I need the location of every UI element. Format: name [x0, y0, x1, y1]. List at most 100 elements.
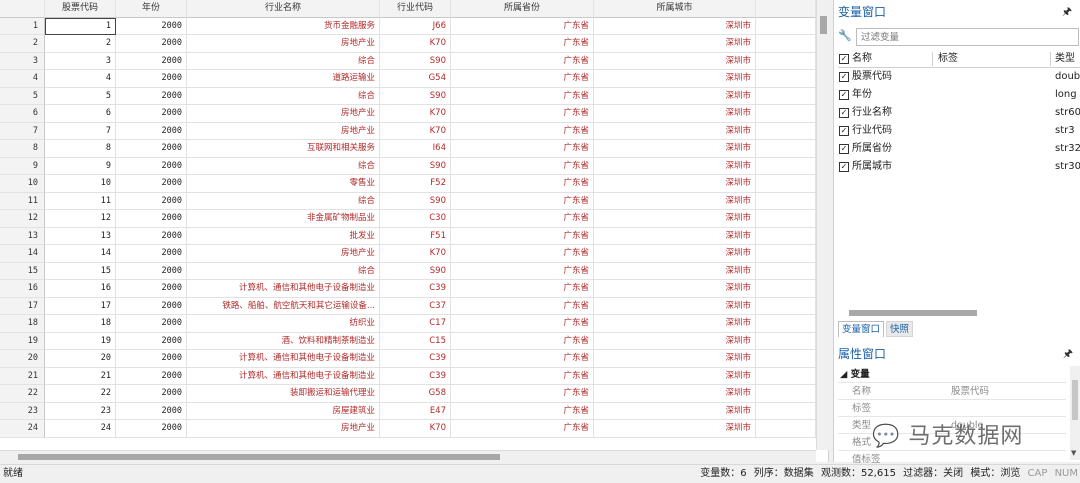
- table-row[interactable]: 21 21 2000 计算机、通信和其他电子设备制造业 C39 广东省 深圳市: [0, 367, 816, 385]
- table-row[interactable]: 12 12 2000 非金属矿物制品业 C30 广东省 深圳市: [0, 210, 816, 228]
- grid-cell-city[interactable]: 深圳市: [594, 262, 756, 280]
- grid-cell-city[interactable]: 深圳市: [594, 17, 756, 35]
- grid-cell-icode[interactable]: C39: [380, 350, 451, 368]
- column-header[interactable]: 年份: [116, 0, 187, 18]
- grid-cell-city[interactable]: 深圳市: [594, 332, 756, 350]
- grid-cell-industry[interactable]: 计算机、通信和其他电子设备制造业: [187, 280, 380, 298]
- table-row[interactable]: 19 19 2000 酒、饮料和精制茶制造业 C15 广东省 深圳市: [0, 332, 816, 350]
- grid-cell-icode[interactable]: F51: [380, 227, 451, 245]
- grid-cell-city[interactable]: 深圳市: [594, 87, 756, 105]
- column-divider[interactable]: [1050, 52, 1051, 66]
- wrench-icon[interactable]: 🔧: [838, 29, 852, 45]
- grid-cell-icode[interactable]: G58: [380, 385, 451, 403]
- grid-cell-city[interactable]: 深圳市: [594, 192, 756, 210]
- table-row[interactable]: 22 22 2000 装卸搬运和运输代理业 G58 广东省 深圳市: [0, 385, 816, 403]
- column-header[interactable]: 所属省份: [451, 0, 594, 18]
- vertical-scrollbar-thumb[interactable]: [820, 16, 827, 34]
- grid-cell-city[interactable]: 深圳市: [594, 245, 756, 263]
- table-row[interactable]: 17 17 2000 铁路、船舶、航空航天和其它运输设备... C37 广东省 深圳市: [0, 297, 816, 315]
- grid-cell-prov[interactable]: 广东省: [451, 70, 594, 88]
- grid-cell-code[interactable]: 7: [45, 122, 116, 140]
- grid-cell-year[interactable]: 2000: [116, 227, 187, 245]
- grid-cell-industry[interactable]: 铁路、船舶、航空航天和其它运输设备...: [187, 297, 380, 315]
- table-row[interactable]: 15 15 2000 综合 S90 广东省 深圳市: [0, 262, 816, 280]
- grid-cell-city[interactable]: 深圳市: [594, 122, 756, 140]
- grid-cell-industry[interactable]: 综合: [187, 157, 380, 175]
- grid-cell-industry[interactable]: 房地产业: [187, 420, 380, 438]
- column-header[interactable]: 所属城市: [594, 0, 756, 18]
- grid-cell-icode[interactable]: F52: [380, 175, 451, 193]
- table-row[interactable]: 20 20 2000 计算机、通信和其他电子设备制造业 C39 广东省 深圳市: [0, 350, 816, 368]
- grid-cell-code[interactable]: 24: [45, 420, 116, 438]
- variable-checkbox[interactable]: ✓: [839, 162, 849, 172]
- grid-cell-industry[interactable]: 货币金融服务: [187, 17, 380, 35]
- variable-row[interactable]: ✓ 年份 long: [838, 86, 1080, 104]
- column-header-type[interactable]: 类型: [1055, 50, 1080, 68]
- grid-cell-prov[interactable]: 广东省: [451, 87, 594, 105]
- grid-cell-year[interactable]: 2000: [116, 140, 187, 158]
- variables-horizontal-scrollbar[interactable]: [838, 309, 1079, 316]
- column-header[interactable]: 行业代码: [380, 0, 451, 18]
- grid-cell-icode[interactable]: C15: [380, 332, 451, 350]
- grid-cell-city[interactable]: 深圳市: [594, 315, 756, 333]
- grid-cell-code[interactable]: 9: [45, 157, 116, 175]
- grid-cell-year[interactable]: 2000: [116, 105, 187, 123]
- grid-cell-icode[interactable]: C17: [380, 315, 451, 333]
- table-row[interactable]: 14 14 2000 房地产业 K70 广东省 深圳市: [0, 245, 816, 263]
- grid-cell-year[interactable]: 2000: [116, 17, 187, 35]
- row-number[interactable]: 8: [0, 140, 45, 158]
- grid-cell-code[interactable]: 22: [45, 385, 116, 403]
- grid-cell-industry[interactable]: 零售业: [187, 175, 380, 193]
- row-number[interactable]: 21: [0, 367, 45, 385]
- table-row[interactable]: 8 8 2000 互联网和相关服务 I64 广东省 深圳市: [0, 140, 816, 158]
- grid-cell-icode[interactable]: C37: [380, 297, 451, 315]
- vertical-scrollbar[interactable]: [816, 0, 829, 450]
- grid-cell-city[interactable]: 深圳市: [594, 297, 756, 315]
- column-header[interactable]: 股票代码: [45, 0, 116, 18]
- row-number[interactable]: 17: [0, 297, 45, 315]
- grid-cell-prov[interactable]: 广东省: [451, 315, 594, 333]
- property-row[interactable]: 标签: [838, 400, 1066, 417]
- column-header[interactable]: 行业名称: [187, 0, 380, 18]
- table-row[interactable]: 18 18 2000 纺织业 C17 广东省 深圳市: [0, 315, 816, 333]
- variable-row[interactable]: ✓股票代码 double: [838, 68, 1080, 86]
- grid-cell-prov[interactable]: 广东省: [451, 280, 594, 298]
- row-number[interactable]: 4: [0, 70, 45, 88]
- table-row[interactable]: 23 23 2000 房屋建筑业 E47 广东省 深圳市: [0, 402, 816, 420]
- properties-scrollbar-thumb[interactable]: [1072, 380, 1078, 420]
- grid-cell-icode[interactable]: C39: [380, 280, 451, 298]
- table-row[interactable]: 1 1 2000 货币金融服务 J66 广东省 深圳市: [0, 17, 816, 35]
- grid-cell-industry[interactable]: 酒、饮料和精制茶制造业: [187, 332, 380, 350]
- grid-cell-city[interactable]: 深圳市: [594, 140, 756, 158]
- grid-cell-code[interactable]: 5: [45, 87, 116, 105]
- grid-cell-icode[interactable]: C39: [380, 367, 451, 385]
- grid-cell-year[interactable]: 2000: [116, 280, 187, 298]
- column-header-name[interactable]: 名称: [852, 50, 872, 68]
- table-row[interactable]: 5 5 2000 综合 S90 广东省 深圳市: [0, 87, 816, 105]
- grid-cell-year[interactable]: 2000: [116, 52, 187, 70]
- grid-cell-prov[interactable]: 广东省: [451, 227, 594, 245]
- column-header-label[interactable]: 标签: [938, 50, 958, 68]
- property-row[interactable]: 名称 股票代码: [838, 383, 1066, 400]
- row-number[interactable]: 9: [0, 157, 45, 175]
- grid-cell-city[interactable]: 深圳市: [594, 385, 756, 403]
- grid-cell-prov[interactable]: 广东省: [451, 175, 594, 193]
- table-row[interactable]: 10 10 2000 零售业 F52 广东省 深圳市: [0, 175, 816, 193]
- grid-cell-code[interactable]: 11: [45, 192, 116, 210]
- grid-cell-prov[interactable]: 广东省: [451, 402, 594, 420]
- grid-cell-icode[interactable]: K70: [380, 105, 451, 123]
- row-number[interactable]: 20: [0, 350, 45, 368]
- grid-cell-prov[interactable]: 广东省: [451, 350, 594, 368]
- properties-scrollbar[interactable]: ▼: [1070, 366, 1080, 460]
- grid-cell-year[interactable]: 2000: [116, 35, 187, 53]
- grid-cell-year[interactable]: 2000: [116, 192, 187, 210]
- grid-cell-code[interactable]: 13: [45, 227, 116, 245]
- grid-cell-prov[interactable]: 广东省: [451, 122, 594, 140]
- grid-cell-code[interactable]: 12: [45, 210, 116, 228]
- table-row[interactable]: 9 9 2000 综合 S90 广东省 深圳市: [0, 157, 816, 175]
- grid-cell-icode[interactable]: S90: [380, 52, 451, 70]
- grid-cell-industry[interactable]: 非金属矿物制品业: [187, 210, 380, 228]
- grid-cell-city[interactable]: 深圳市: [594, 227, 756, 245]
- grid-cell-prov[interactable]: 广东省: [451, 52, 594, 70]
- row-number[interactable]: 18: [0, 315, 45, 333]
